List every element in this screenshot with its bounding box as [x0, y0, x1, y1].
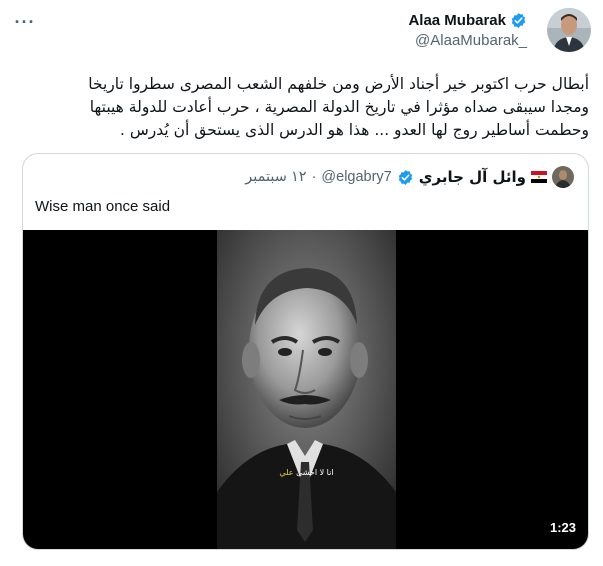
quoted-tweet-text: Wise man once said: [35, 198, 171, 215]
avatar-image: [547, 8, 591, 52]
tweet-line: ومجدا سيبقى صداه مؤثرا في تاريخ الدولة ا…: [89, 98, 589, 116]
quoted-display-name[interactable]: وائل آل جابري: [419, 168, 526, 186]
quoted-tweet-header: وائل آل جابري @elgabry7 · ١٢ سبتمبر: [245, 166, 574, 188]
more-options-button[interactable]: ···: [14, 12, 36, 32]
quoted-handle[interactable]: @elgabry7: [321, 169, 391, 185]
caption-highlight: علي: [279, 468, 294, 477]
more-dots-icon: ···: [14, 12, 36, 32]
verified-badge-icon: [398, 169, 412, 185]
quoted-avatar: [552, 166, 574, 188]
egypt-flag-icon: [531, 171, 547, 183]
quoted-date[interactable]: ١٢ سبتمبر: [245, 169, 306, 185]
user-handle[interactable]: @AlaaMubarak_: [408, 32, 527, 49]
video-player[interactable]: انا لا اخشى علي 1:23: [23, 230, 588, 549]
video-caption: انا لا اخشى علي: [217, 468, 396, 477]
quoted-tweet[interactable]: وائل آل جابري @elgabry7 · ١٢ سبتمبر Wise…: [22, 153, 589, 550]
tweet-line: أبطال حرب اكتوبر خير أجناد الأرض ومن خلف…: [88, 75, 589, 93]
video-duration: 1:23: [549, 520, 576, 535]
quoted-avatar-image: [552, 166, 574, 188]
video-frame: انا لا اخشى علي: [217, 230, 396, 549]
display-name[interactable]: Alaa Mubarak: [408, 12, 506, 29]
separator-dot: ·: [311, 169, 317, 185]
caption-text: انا لا اخشى: [296, 468, 334, 477]
video-thumbnail: [217, 230, 396, 549]
tweet-line: وحطمت أساطير روج لها العدو ... هذا هو ال…: [120, 121, 589, 139]
tweet-text: أبطال حرب اكتوبر خير أجناد الأرض ومن خلف…: [20, 73, 589, 142]
verified-badge-icon: [511, 13, 526, 28]
avatar[interactable]: [547, 8, 591, 52]
tweet-header: Alaa Mubarak @AlaaMubarak_: [408, 8, 591, 52]
